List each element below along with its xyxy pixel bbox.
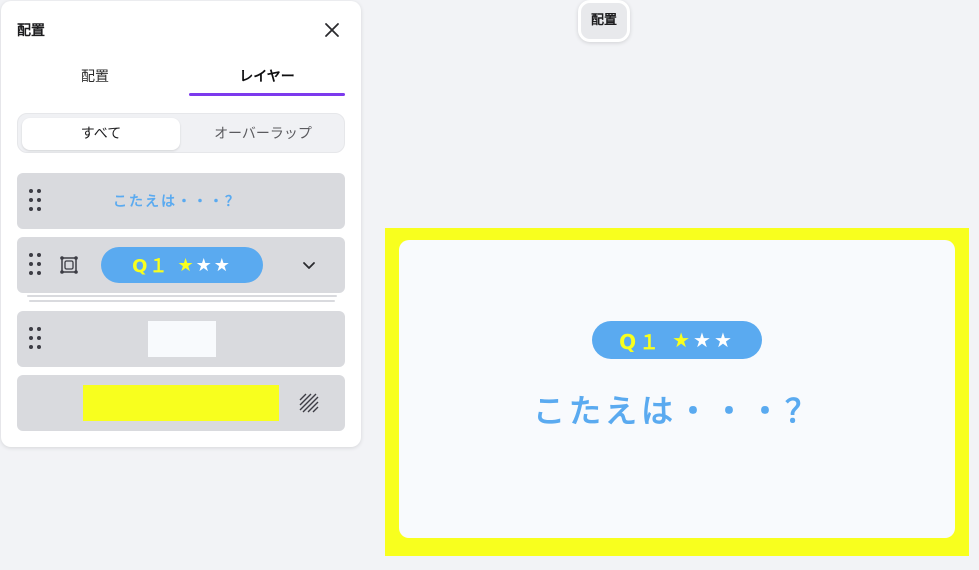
tab-arrange[interactable]: 配置 — [17, 61, 173, 97]
drag-handle-icon[interactable] — [29, 253, 43, 277]
question-pill[interactable]: Q１ ★ ★ ★ — [592, 321, 762, 359]
transparency-icon[interactable] — [299, 393, 319, 413]
pill-q-label: Q１ — [132, 256, 170, 277]
tab-layers[interactable]: レイヤー — [189, 61, 345, 97]
layer-item-text[interactable]: こたえは・・・？ — [17, 173, 345, 229]
drag-handle-icon[interactable] — [29, 327, 43, 351]
floating-arrange-label[interactable]: 配置 — [578, 0, 630, 42]
layer-item-group[interactable]: Q１ ★ ★ ★ — [17, 237, 345, 293]
panel-tabs: 配置 レイヤー — [17, 61, 345, 99]
filter-all-button[interactable]: すべて — [22, 118, 180, 150]
close-button[interactable] — [319, 17, 345, 43]
layer-filter-segment: すべて オーバーラップ — [17, 113, 345, 153]
star-icon: ★ — [213, 254, 232, 276]
active-tab-indicator — [189, 93, 345, 96]
star-icon: ★ — [672, 328, 694, 352]
star-icon: ★ — [693, 328, 714, 352]
star-icon: ★ — [195, 254, 214, 276]
arrange-panel: 配置 配置 レイヤー すべて オーバーラップ こたえは・・・？ Q１ ★ ★ ★ — [1, 1, 361, 447]
close-icon — [325, 23, 339, 37]
layer-item-background[interactable] — [17, 375, 345, 431]
drag-handle-icon[interactable] — [29, 189, 43, 213]
star-icon: ★ — [177, 254, 196, 276]
group-pill-preview: Q１ ★ ★ ★ — [101, 247, 263, 283]
chevron-down-icon[interactable] — [299, 255, 319, 275]
filter-overlap-button[interactable]: オーバーラップ — [184, 118, 342, 150]
group-divider — [27, 295, 337, 305]
layer-text-preview: こたえは・・・？ — [113, 194, 241, 210]
frame-icon — [60, 256, 78, 274]
white-rectangle-preview — [148, 321, 216, 357]
yellow-background-preview — [83, 385, 279, 421]
slide-canvas[interactable]: Q１ ★ ★ ★ こたえは・・・？ — [385, 228, 969, 556]
white-rectangle[interactable]: Q１ ★ ★ ★ こたえは・・・？ — [399, 240, 955, 538]
question-text[interactable]: こたえは・・・？ — [399, 386, 955, 432]
panel-title: 配置 — [17, 23, 45, 39]
pill-q-label: Q１ — [619, 329, 663, 354]
layer-item-white-rectangle[interactable] — [17, 311, 345, 367]
star-icon: ★ — [713, 328, 735, 352]
